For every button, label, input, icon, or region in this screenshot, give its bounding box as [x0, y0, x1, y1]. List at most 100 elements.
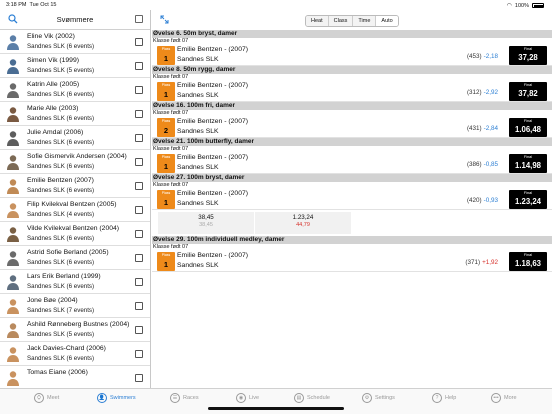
points-value: (386): [466, 161, 482, 168]
swimmer-club: Sandnes SLK (6 events): [27, 187, 95, 194]
swimmer-checkbox[interactable]: [135, 86, 143, 94]
tab-meet[interactable]: ⛭ Meet: [34, 393, 59, 403]
final-time-badge: Final 1.06,48: [509, 118, 547, 137]
swimmer-row[interactable]: Simen Vik (1999) Sandnes SLK (5 events): [0, 54, 150, 78]
segment-class[interactable]: Class: [328, 16, 354, 26]
swimmer-checkbox[interactable]: [135, 326, 143, 334]
event-class: Klasse født 07: [153, 110, 189, 116]
tab-label: Races: [183, 395, 199, 401]
swimmer-checkbox[interactable]: [135, 254, 143, 262]
points-value: (453): [466, 53, 482, 60]
result-points: (420) -0,93: [467, 197, 498, 204]
wifi-icon: ◠: [506, 3, 512, 9]
place-badge: Plass 1: [157, 46, 175, 65]
points-value: (312): [466, 89, 482, 96]
swimmer-row[interactable]: Tomas Eiane (2006): [0, 366, 150, 388]
tab-label: Help: [445, 395, 457, 401]
final-time-badge: Final 1.23,24: [509, 190, 547, 209]
swimmer-club: Sandnes SLK (6 events): [27, 283, 95, 290]
split-lap: 44,79: [296, 222, 310, 228]
settings-icon: ⚙: [362, 393, 372, 403]
tab-label: Swimmers: [110, 395, 136, 401]
swimmer-row[interactable]: Eline Vik (2002) Sandnes SLK (6 events): [0, 30, 150, 54]
event-title[interactable]: Øvelse 29. 100m individuell medley, dame…: [152, 236, 552, 244]
place-badge: Plass 1: [157, 154, 175, 173]
tab-settings[interactable]: ⚙ Settings: [362, 393, 395, 403]
swimmer-row[interactable]: Åshild Rønneberg Bustnes (2004) Sandnes …: [0, 318, 150, 342]
swimmer-avatar-icon: [7, 179, 19, 194]
result-points: (431) -2,84: [467, 125, 498, 132]
swimmer-row[interactable]: Julie Amdal (2006) Sandnes SLK (6 events…: [0, 126, 150, 150]
time-difference: -0,93: [483, 197, 498, 204]
swimmer-checkbox[interactable]: [135, 302, 143, 310]
swimmer-avatar-icon: [7, 59, 19, 74]
place-number: 1: [163, 260, 169, 269]
result-swimmer-name: Emilie Bentzen - (2007): [177, 154, 249, 161]
event-class: Klasse født 07: [153, 146, 189, 152]
result-points: (312) -2,92: [467, 89, 498, 96]
event-title[interactable]: Øvelse 21. 100m butterfly, damer: [152, 138, 552, 146]
event-class: Klasse født 07: [153, 38, 189, 44]
final-time-badge: Final 1.14,98: [509, 154, 547, 173]
swimmer-checkbox[interactable]: [135, 62, 143, 70]
result-club: Sandnes SLK: [177, 128, 219, 135]
result-row[interactable]: Plass 2 Emilie Bentzen - (2007) Sandnes …: [152, 117, 552, 138]
event-title[interactable]: Øvelse 16. 100m fri, damer: [152, 102, 552, 110]
swimmer-club: Sandnes SLK (6 events): [27, 91, 95, 98]
result-row[interactable]: Plass 1 Emilie Bentzen - (2007) Sandnes …: [152, 45, 552, 66]
event-title[interactable]: Øvelse 6. 50m bryst, damer: [152, 30, 552, 38]
swimmer-club: Sandnes SLK (6 events): [27, 139, 95, 146]
swimmer-checkbox[interactable]: [135, 182, 143, 190]
tab-bar: ⛭ Meet 👤 Swimmers ☰ Races ◉ Live ▤ Schedule ⚙…: [0, 388, 552, 414]
segment-auto[interactable]: Auto: [376, 16, 398, 26]
swimmer-row[interactable]: Jack Davies-Chard (2006) Sandnes SLK (6 …: [0, 342, 150, 366]
swimmer-row[interactable]: Vilde Kvilekval Bentzen (2004) Sandnes S…: [0, 222, 150, 246]
swimmer-checkbox[interactable]: [135, 158, 143, 166]
tab-schedule[interactable]: ▤ Schedule: [294, 393, 330, 403]
swimmer-checkbox[interactable]: [135, 38, 143, 46]
time-difference: -2,84: [483, 125, 498, 132]
swimmer-row[interactable]: Jone Bøe (2004) Sandnes SLK (7 events): [0, 294, 150, 318]
swimmer-row[interactable]: Marie Alle (2003) Sandnes SLK (6 events): [0, 102, 150, 126]
select-all-checkbox[interactable]: [135, 15, 143, 23]
tab-label: Schedule: [307, 395, 330, 401]
races-icon: ☰: [170, 393, 180, 403]
tab-swimmers[interactable]: 👤 Swimmers: [97, 393, 136, 403]
final-time: 1.18,63: [514, 259, 541, 268]
swimmer-checkbox[interactable]: [135, 134, 143, 142]
swimmer-row[interactable]: Katrin Alle (2005) Sandnes SLK (6 events…: [0, 78, 150, 102]
swimmer-checkbox[interactable]: [135, 374, 143, 382]
swimmer-row[interactable]: Astrid Sofie Berland (2005) Sandnes SLK …: [0, 246, 150, 270]
time-difference: -0,85: [483, 161, 498, 168]
swimmer-checkbox[interactable]: [135, 278, 143, 286]
swimmer-row[interactable]: Emilie Bentzen (2007) Sandnes SLK (6 eve…: [0, 174, 150, 198]
segment-time[interactable]: Time: [353, 16, 377, 26]
swimmer-checkbox[interactable]: [135, 206, 143, 214]
swimmer-name: Emilie Bentzen (2007): [27, 177, 94, 184]
swimmer-checkbox[interactable]: [135, 350, 143, 358]
result-row[interactable]: Plass 1 Emilie Bentzen - (2007) Sandnes …: [152, 153, 552, 174]
swimmer-club: Sandnes SLK (6 events): [27, 115, 95, 122]
segment-heat[interactable]: Heat: [306, 16, 329, 26]
result-row[interactable]: Plass 1 Emilie Bentzen - (2007) Sandnes …: [152, 81, 552, 102]
swimmer-row[interactable]: Sofie Gismervik Andersen (2004) Sandnes …: [0, 150, 150, 174]
swimmer-row[interactable]: Lars Erik Berland (1999) Sandnes SLK (6 …: [0, 270, 150, 294]
final-label: Final: [523, 83, 533, 87]
result-row[interactable]: Plass 1 Emilie Bentzen - (2007) Sandnes …: [152, 251, 552, 272]
tab-label: More: [504, 395, 517, 401]
final-time-badge: Final 37,82: [509, 82, 547, 101]
tab-help[interactable]: ? Help: [432, 393, 456, 403]
tab-more[interactable]: ••• More: [491, 393, 517, 403]
result-row[interactable]: Plass 1 Emilie Bentzen - (2007) Sandnes …: [152, 189, 552, 210]
event-title[interactable]: Øvelse 27. 100m bryst, damer: [152, 174, 552, 182]
swimmer-name: Vilde Kvilekval Bentzen (2004): [27, 225, 120, 232]
swimmer-checkbox[interactable]: [135, 230, 143, 238]
event-block: Øvelse 29. 100m individuell medley, dame…: [152, 236, 552, 272]
swimmer-row[interactable]: Filip Kvilekval Bentzen (2005) Sandnes S…: [0, 198, 150, 222]
tab-live[interactable]: ◉ Live: [236, 393, 259, 403]
tab-races[interactable]: ☰ Races: [170, 393, 199, 403]
expand-icon[interactable]: [160, 15, 169, 24]
sort-segmented-control: Heat Class Time Auto: [305, 15, 399, 27]
swimmer-checkbox[interactable]: [135, 110, 143, 118]
event-title[interactable]: Øvelse 8. 50m rygg, damer: [152, 66, 552, 74]
